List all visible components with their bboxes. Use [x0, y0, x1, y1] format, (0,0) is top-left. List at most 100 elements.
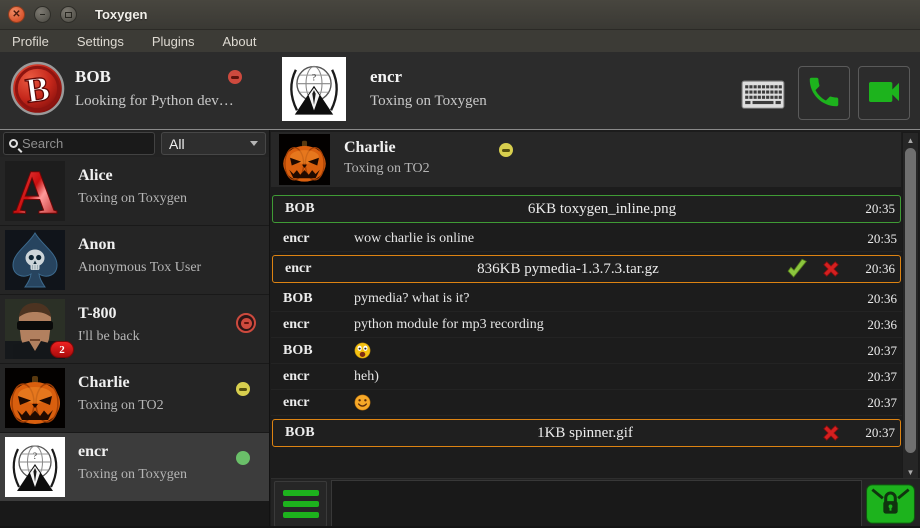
file-transfer-label: 1KB spinner.gif — [356, 425, 814, 442]
contact-item-alice[interactable]: A Alice Toxing on Toxygen — [0, 157, 269, 226]
filter-value: All — [169, 136, 185, 152]
message-time: 20:37 — [850, 395, 902, 411]
anonymous-avatar: ? — [5, 437, 65, 497]
accept-transfer-button[interactable] — [780, 257, 814, 281]
menu-item-settings[interactable]: Settings — [63, 32, 138, 51]
message-time: 20:36 — [848, 261, 900, 277]
message-row: encrheh)20:37 — [271, 364, 902, 390]
contact-item-charlie[interactable]: Charlie Toxing on TO2 — [0, 364, 269, 433]
contact-item-encr[interactable]: ? encr Toxing on Toxygen — [0, 433, 269, 502]
self-status-icon[interactable] — [228, 70, 242, 89]
spade-skull-avatar — [5, 230, 65, 290]
chat-peer-status-icon — [499, 143, 513, 162]
send-message-button[interactable] — [865, 481, 918, 527]
self-name: BOB — [75, 67, 111, 87]
scroll-up-arrow[interactable]: ▲ — [903, 133, 918, 147]
contact-name: Anon — [78, 236, 115, 254]
cancel-transfer-button[interactable] — [814, 257, 848, 281]
maximize-button[interactable] — [60, 6, 77, 23]
menu-item-plugins[interactable]: Plugins — [138, 32, 209, 51]
message-text: wow charlie is online — [354, 231, 850, 247]
message-text: heh) — [354, 369, 850, 385]
contact-list: A Alice Toxing on Toxygen Anon Anonymous Tox… — [0, 157, 269, 502]
hamburger-icon — [283, 490, 319, 496]
scrollbar-thumb[interactable] — [905, 148, 916, 453]
contact-item-t-800[interactable]: T-800I'll be back2 — [0, 295, 269, 364]
message-time: 20:35 — [848, 201, 900, 217]
message-sender: BOB — [273, 425, 356, 441]
keyboard-icon[interactable] — [741, 80, 785, 108]
audio-call-button[interactable] — [798, 66, 850, 120]
menu-bar: ProfileSettingsPluginsAbout — [0, 30, 920, 52]
contact-status-icon — [236, 313, 256, 334]
video-call-button[interactable] — [858, 66, 910, 120]
message-sender: encr — [273, 261, 356, 277]
message-row: encr 20:37 — [271, 390, 902, 416]
search-row: All — [0, 130, 269, 157]
contact-status-message: Toxing on TO2 — [78, 398, 164, 414]
message-input[interactable] — [331, 480, 862, 528]
message-sender: encr — [271, 395, 354, 411]
svg-text:?: ? — [33, 451, 37, 461]
active-contact-name: encr — [370, 67, 402, 87]
contact-name: encr — [78, 443, 108, 461]
message-row: BOB 20:37 — [271, 338, 902, 364]
top-panel: B BOB Looking for Python dev… ? encr Tox… — [0, 52, 920, 130]
chat-peer-status-message: Toxing on TO2 — [344, 161, 430, 177]
menu-item-about[interactable]: About — [208, 32, 270, 51]
message-sender: encr — [271, 317, 354, 333]
message-row: encrpython module for mp3 recording20:36 — [271, 312, 902, 338]
message-time: 20:36 — [850, 317, 902, 333]
titlebar: ✕ – Toxygen — [0, 0, 920, 30]
unread-count-badge: 2 — [50, 341, 74, 358]
file-transfer-row: BOB6KB toxygen_inline.png20:35 — [272, 195, 901, 223]
message-time: 20:37 — [848, 425, 900, 441]
scroll-down-arrow[interactable]: ▼ — [903, 465, 918, 479]
minimize-button[interactable]: – — [34, 6, 51, 23]
search-box — [3, 132, 155, 155]
menu-item-profile[interactable]: Profile — [0, 32, 63, 51]
self-avatar[interactable]: B — [10, 61, 65, 116]
active-contact-avatar: ? — [282, 57, 346, 121]
message-sender: BOB — [271, 291, 354, 307]
message-text: python module for mp3 recording — [354, 317, 850, 333]
contact-name: Alice — [78, 167, 113, 185]
chat-panel: Charlie Toxing on TO2 BOB6KB toxygen_inl… — [271, 130, 920, 528]
message-sender: BOB — [271, 343, 354, 359]
file-transfer-row: encr836KB pymedia-1.3.7.3.tar.gz20:36 — [272, 255, 901, 283]
contact-status-message: Toxing on Toxygen — [78, 467, 187, 483]
video-camera-icon — [864, 72, 904, 115]
window-title: Toxygen — [95, 7, 148, 22]
cancel-transfer-button[interactable] — [814, 421, 848, 445]
message-text: pymedia? what is it? — [354, 291, 850, 307]
file-transfer-row: BOB1KB spinner.gif 20:37 — [272, 419, 901, 447]
contact-filter-dropdown[interactable]: All — [161, 132, 266, 155]
window-controls: ✕ – — [0, 6, 77, 23]
message-sender: encr — [271, 231, 354, 247]
contact-item-anon[interactable]: Anon Anonymous Tox User — [0, 226, 269, 295]
phone-icon — [805, 73, 843, 114]
message-time: 20:37 — [850, 343, 902, 359]
search-icon — [9, 139, 18, 148]
contact-status-message: Toxing on Toxygen — [78, 191, 187, 207]
attachments-menu-button[interactable] — [274, 481, 327, 527]
letter-a-avatar: A — [5, 161, 65, 221]
encrypted-send-icon — [865, 482, 918, 526]
message-time: 20:37 — [850, 369, 902, 385]
sidebar: All A Alice Toxing on Toxygen Anon Anonymous… — [0, 130, 270, 528]
search-input[interactable] — [18, 136, 154, 151]
emoji-smile — [354, 394, 850, 411]
message-time: 20:36 — [850, 291, 902, 307]
message-sender: BOB — [273, 201, 356, 217]
contact-status-message: Anonymous Tox User — [78, 260, 201, 276]
composer — [271, 478, 920, 528]
contact-name: Charlie — [78, 374, 130, 392]
close-button[interactable]: ✕ — [8, 6, 25, 23]
messages-scrollbar[interactable]: ▲ ▼ — [902, 132, 919, 480]
contact-status-icon — [236, 382, 250, 401]
chat-peer-header: Charlie Toxing on TO2 — [271, 132, 901, 187]
svg-text:?: ? — [312, 72, 316, 83]
svg-text:A: A — [13, 161, 58, 221]
pumpkin-avatar — [279, 134, 330, 185]
message-row: encrwow charlie is online20:35 — [271, 226, 902, 252]
